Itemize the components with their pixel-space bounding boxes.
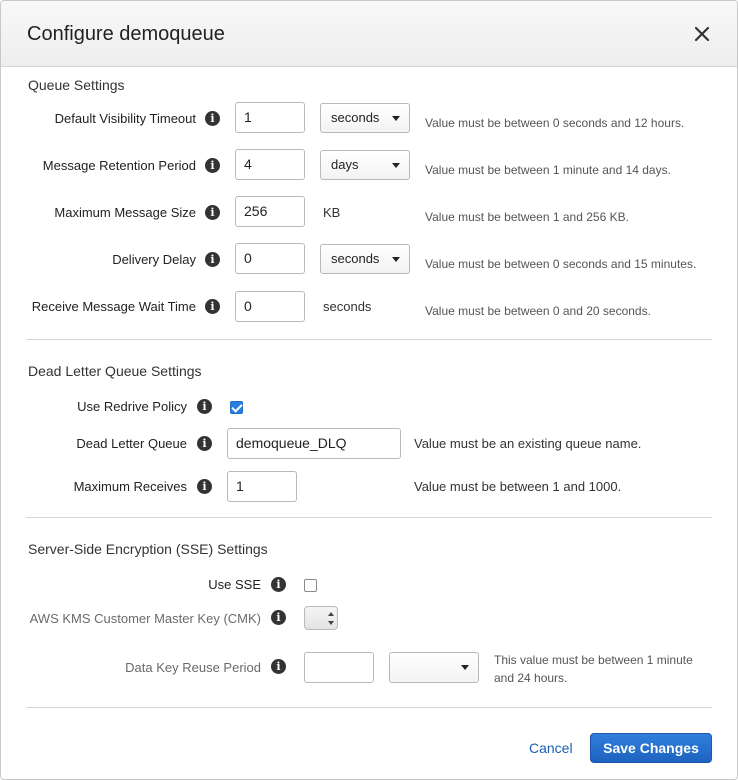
- cmk-label: AWS KMS Customer Master Key (CMK): [29, 611, 261, 626]
- info-icon[interactable]: i: [205, 205, 220, 220]
- dialog-title: Configure demoqueue: [27, 23, 225, 45]
- retention-period-unit-select[interactable]: days: [320, 150, 410, 180]
- max-message-size-input[interactable]: 256: [235, 196, 305, 227]
- wait-time-unit: seconds: [323, 299, 372, 314]
- info-icon[interactable]: i: [205, 252, 220, 267]
- max-message-size-hint: Value must be between 1 and 256 KB.: [425, 210, 629, 224]
- configure-queue-dialog: Configure demoqueue Queue Settings Defau…: [0, 0, 738, 780]
- queue-settings-title: Queue Settings: [28, 77, 125, 93]
- dead-letter-queue-label: Dead Letter Queue: [76, 436, 187, 451]
- retention-period-hint: Value must be between 1 minute and 14 da…: [425, 163, 671, 177]
- data-key-reuse-unit-select[interactable]: [389, 652, 479, 683]
- retention-period-label: Message Retention Period: [42, 158, 196, 173]
- wait-time-label: Receive Message Wait Time: [31, 299, 196, 314]
- cmk-select[interactable]: [304, 606, 338, 630]
- max-receives-input[interactable]: 1: [227, 471, 297, 502]
- dead-letter-queue-input[interactable]: demoqueue_DLQ: [227, 428, 401, 459]
- use-sse-checkbox[interactable]: [304, 579, 317, 592]
- max-receives-hint: Value must be between 1 and 1000.: [414, 479, 622, 494]
- use-sse-label: Use SSE: [208, 577, 261, 592]
- retention-period-input[interactable]: 4: [235, 149, 305, 180]
- info-icon[interactable]: i: [205, 299, 220, 314]
- data-key-reuse-hint: This value must be between 1 minute and …: [494, 653, 693, 685]
- retention-period-unit-value: days: [331, 157, 359, 172]
- info-icon[interactable]: i: [271, 610, 286, 625]
- delivery-delay-input[interactable]: 0: [235, 243, 305, 274]
- info-icon[interactable]: i: [271, 659, 286, 674]
- data-key-reuse-input[interactable]: [304, 652, 374, 683]
- use-redrive-label: Use Redrive Policy: [77, 399, 187, 414]
- max-message-size-label: Maximum Message Size: [54, 205, 196, 220]
- delivery-delay-unit-select[interactable]: seconds: [320, 244, 410, 274]
- visibility-timeout-input[interactable]: 1: [235, 102, 305, 133]
- info-icon[interactable]: i: [205, 158, 220, 173]
- max-message-size-unit: KB: [323, 205, 341, 220]
- max-receives-label: Maximum Receives: [73, 479, 187, 494]
- delivery-delay-label: Delivery Delay: [112, 252, 196, 267]
- info-icon[interactable]: i: [197, 479, 212, 494]
- cancel-button[interactable]: Cancel: [529, 740, 573, 756]
- info-icon[interactable]: i: [205, 111, 220, 126]
- visibility-timeout-unit-value: seconds: [331, 110, 380, 125]
- close-icon[interactable]: [691, 23, 713, 45]
- sse-settings-title: Server-Side Encryption (SSE) Settings: [28, 541, 268, 557]
- chevron-down-icon: [392, 116, 400, 121]
- info-icon[interactable]: i: [197, 436, 212, 451]
- wait-time-hint: Value must be between 0 and 20 seconds.: [425, 304, 651, 318]
- section-divider: [26, 339, 712, 340]
- info-icon[interactable]: i: [271, 577, 286, 592]
- delivery-delay-hint: Value must be between 0 seconds and 15 m…: [425, 257, 697, 271]
- chevron-down-icon: [461, 665, 469, 670]
- section-divider: [26, 517, 712, 518]
- chevron-down-icon: [392, 257, 400, 262]
- visibility-timeout-hint: Value must be between 0 seconds and 12 h…: [425, 116, 685, 130]
- updown-arrows-icon: [328, 612, 334, 625]
- footer-divider: [26, 707, 712, 708]
- visibility-timeout-label: Default Visibility Timeout: [54, 111, 196, 126]
- dead-letter-queue-hint: Value must be an existing queue name.: [414, 436, 642, 451]
- info-icon[interactable]: i: [197, 399, 212, 414]
- visibility-timeout-unit-select[interactable]: seconds: [320, 103, 410, 133]
- use-redrive-checkbox[interactable]: [230, 401, 243, 414]
- save-changes-button[interactable]: Save Changes: [590, 733, 712, 763]
- data-key-reuse-label: Data Key Reuse Period: [125, 660, 261, 675]
- dialog-header: Configure demoqueue: [1, 1, 737, 67]
- wait-time-input[interactable]: 0: [235, 291, 305, 322]
- dlq-settings-title: Dead Letter Queue Settings: [28, 363, 202, 379]
- chevron-down-icon: [392, 163, 400, 168]
- delivery-delay-unit-value: seconds: [331, 251, 380, 266]
